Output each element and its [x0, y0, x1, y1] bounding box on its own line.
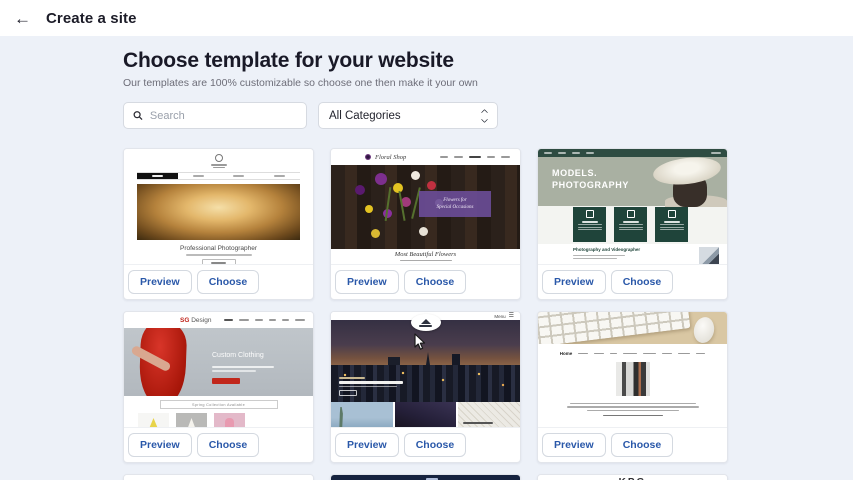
hamburger-icon: ☰ [509, 313, 514, 319]
top-bar: ← Create a site [0, 0, 853, 36]
thumb-nav-placeholder [224, 319, 305, 321]
mouse-cursor-icon [413, 333, 426, 351]
category-dropdown-value: All Categories [329, 110, 401, 122]
template-thumb-city[interactable]: Menu ☰ [331, 312, 520, 428]
choose-button[interactable]: Choose [611, 270, 674, 294]
office-photo [616, 362, 650, 396]
thumb-caption: Most Beautiful Flowers [331, 249, 520, 258]
thumb-products [138, 413, 313, 428]
thumb-overlay-banner: Flowers for Special Occasions [419, 191, 491, 217]
template-card-photographer: Professional Photographer Preview Choose [123, 148, 314, 300]
thumb-nav-placeholder [331, 475, 520, 480]
thumb-nav-placeholder [440, 156, 510, 158]
thumb-hero: Custom Clothing [124, 328, 313, 396]
thumb-menu-label: Menu [494, 314, 505, 319]
template-card-models: MODELS. PHOTOGRAPHY Photography and Vide… [537, 148, 728, 300]
preview-button[interactable]: Preview [542, 270, 606, 294]
thumb-gallery [331, 402, 520, 428]
keyboard-photo [538, 312, 727, 344]
thumb-portrait [699, 247, 719, 265]
thumb-button-placeholder [202, 259, 236, 266]
thumb-logo-badge [411, 314, 441, 331]
keyboard-graphic [538, 312, 690, 344]
choose-button[interactable]: Choose [404, 433, 467, 457]
template-card-partial-tabs: Preview Choose [123, 474, 314, 480]
thumb-cta-placeholder [212, 378, 240, 384]
thumb-header: SG Design [124, 312, 313, 328]
thumb-hero-title: Custom Clothing [212, 352, 264, 359]
thumb-hero [331, 320, 520, 402]
preview-button[interactable]: Preview [128, 270, 192, 294]
thumb-banner: Spring Collection Available [160, 400, 278, 409]
template-thumb-partial-tabs[interactable] [124, 475, 313, 480]
back-arrow-icon[interactable]: ← [10, 8, 35, 29]
thumb-hero: MODELS. PHOTOGRAPHY [538, 157, 727, 206]
thumb-section: Photography and Videographer [538, 244, 727, 265]
template-thumb-partial-navy[interactable] [331, 475, 520, 480]
thumb-tabs-placeholder [124, 475, 313, 480]
thumb-brand: Floral Shop [375, 154, 406, 161]
template-card-floral: Floral Shop [330, 148, 521, 300]
thumb-field-photo [137, 184, 300, 240]
sketch-tile [458, 402, 520, 428]
search-box[interactable] [123, 102, 307, 129]
section-subheading: Our templates are 100% customizable so c… [123, 77, 853, 89]
preview-button[interactable]: Preview [335, 433, 399, 457]
choose-button[interactable]: Choose [197, 433, 260, 457]
choose-button[interactable]: Choose [611, 433, 674, 457]
thumb-brand: SG Design [180, 317, 211, 324]
thumb-section: Spring Collection Available [124, 396, 313, 428]
template-card-sg-design: SG Design Custom Clothing Spring Collect… [123, 311, 314, 463]
preview-button[interactable]: Preview [128, 433, 192, 457]
thumb-nav-placeholder [137, 172, 300, 180]
thumb-logo-circle-icon [215, 154, 223, 162]
statue-of-liberty-tile [331, 402, 393, 428]
thumb-header: Floral Shop [331, 149, 520, 165]
template-card-city: Menu ☰ [330, 311, 521, 463]
template-card-keyboard: Home Preview Choose [537, 311, 728, 463]
section-heading: Choose template for your website [123, 49, 853, 73]
thumb-hero-text-placeholder [339, 377, 403, 397]
template-grid: Professional Photographer Preview Choose… [123, 148, 853, 480]
thumb-tulip-photo: Flowers for Special Occasions [331, 165, 520, 249]
thumb-section: Home [538, 344, 727, 428]
template-card-kpg: KPG Preview Choose [537, 474, 728, 480]
thumb-text-placeholder [538, 401, 727, 416]
search-input[interactable] [150, 110, 297, 122]
thumb-title: Professional Photographer [124, 245, 313, 252]
night-sky-tile [395, 402, 457, 428]
category-dropdown[interactable]: All Categories [318, 102, 498, 129]
flower-logo-icon [365, 154, 371, 160]
model-hat [652, 154, 723, 188]
template-thumb-sg-design[interactable]: SG Design Custom Clothing Spring Collect… [124, 312, 313, 428]
thumb-footer: Most Beautiful Flowers [331, 249, 520, 265]
template-thumb-kpg[interactable]: KPG [538, 475, 727, 480]
template-thumb-floral[interactable]: Floral Shop [331, 149, 520, 265]
template-thumb-photographer[interactable]: Professional Photographer [124, 149, 313, 265]
mountain-icon [421, 319, 431, 324]
choose-button[interactable]: Choose [197, 270, 260, 294]
search-icon [133, 110, 143, 121]
thumb-nav-placeholder [538, 149, 727, 157]
thumb-nav-placeholder: Home [538, 344, 727, 356]
chevron-up-down-icon [482, 110, 487, 122]
thumb-feature-cards [573, 207, 688, 242]
mouse-graphic [692, 315, 717, 344]
template-thumb-models[interactable]: MODELS. PHOTOGRAPHY Photography and Vide… [538, 149, 727, 265]
preview-button[interactable]: Preview [335, 270, 399, 294]
choose-button[interactable]: Choose [404, 270, 467, 294]
thumb-hero-title: MODELS. PHOTOGRAPHY [552, 168, 629, 191]
template-card-partial-navy: Preview Choose [330, 474, 521, 480]
template-thumb-keyboard[interactable]: Home [538, 312, 727, 428]
page-title: Create a site [46, 10, 137, 27]
preview-button[interactable]: Preview [542, 433, 606, 457]
